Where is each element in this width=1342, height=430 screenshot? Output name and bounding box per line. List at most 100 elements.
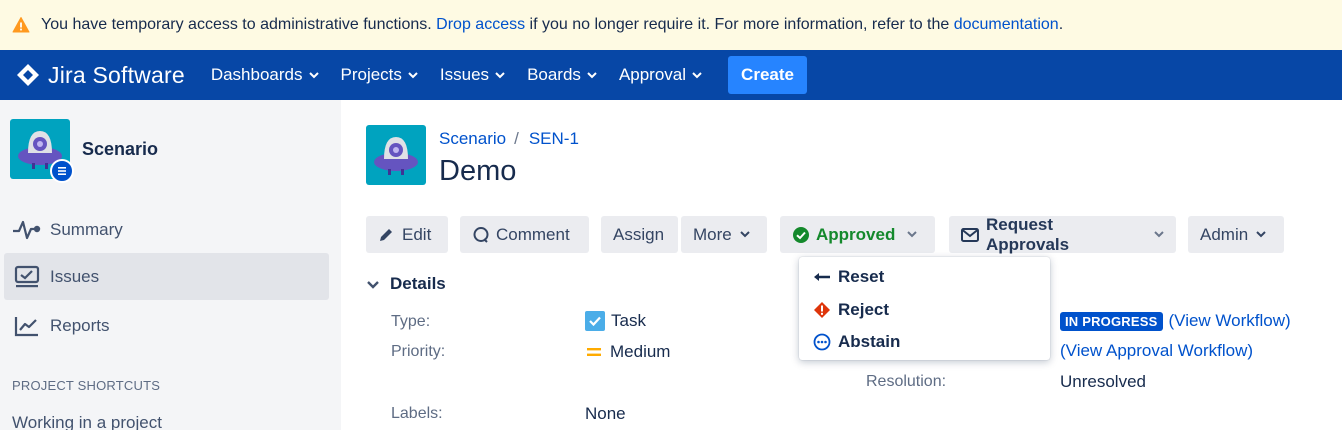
chevron-down-icon bbox=[308, 71, 319, 78]
project-type-badge bbox=[50, 159, 74, 183]
project-name: Scenario bbox=[82, 138, 159, 159]
banner-text-middle: if you no longer require it. For more in… bbox=[525, 16, 954, 33]
view-workflow-link[interactable]: (View Workflow) bbox=[1169, 311, 1291, 331]
issues-icon bbox=[12, 265, 42, 289]
arrow-left-icon bbox=[813, 268, 831, 286]
nav-boards[interactable]: Boards bbox=[527, 65, 597, 85]
admin-button-label: Admin bbox=[1200, 224, 1249, 244]
details-section-toggle[interactable]: Details bbox=[366, 274, 446, 294]
chevron-down-icon bbox=[692, 71, 702, 78]
approval-workflow-value: (View Approval Workflow) bbox=[1060, 341, 1253, 361]
document-icon bbox=[58, 167, 66, 175]
approval-status-button[interactable]: Approved bbox=[780, 216, 935, 253]
error-icon bbox=[813, 301, 831, 319]
documentation-link[interactable]: documentation bbox=[954, 16, 1059, 33]
labels-label: Labels: bbox=[391, 405, 443, 422]
ufo-avatar-icon bbox=[366, 125, 426, 185]
reports-icon bbox=[12, 315, 42, 337]
labels-value: None bbox=[585, 404, 626, 423]
status-lozenge: IN PROGRESS bbox=[1060, 311, 1163, 331]
edit-button[interactable]: Edit bbox=[366, 216, 448, 253]
create-button[interactable]: Create bbox=[728, 56, 807, 94]
menu-item-abstain-label: Abstain bbox=[838, 332, 901, 351]
breadcrumb-project[interactable]: Scenario bbox=[439, 129, 506, 149]
breadcrumb-separator: / bbox=[514, 129, 519, 148]
task-checkbox-icon bbox=[585, 311, 605, 331]
comment-icon bbox=[473, 226, 489, 243]
priority-medium-icon bbox=[587, 348, 601, 356]
banner-text-end: . bbox=[1058, 16, 1064, 33]
project-sidebar: Scenario Summary Issues Reports PROJECT … bbox=[0, 100, 341, 430]
nav-dashboards[interactable]: Dashboards bbox=[211, 65, 319, 85]
nav-issues-label: Issues bbox=[439, 65, 490, 84]
jira-logo-icon bbox=[17, 64, 39, 86]
menu-item-reject-label: Reject bbox=[838, 300, 890, 319]
edit-button-label: Edit bbox=[402, 224, 432, 244]
type-value: Task bbox=[585, 311, 646, 331]
chevron-down-icon bbox=[587, 71, 597, 78]
drop-access-link[interactable]: Drop access bbox=[436, 16, 525, 33]
menu-item-abstain[interactable]: Abstain bbox=[813, 332, 900, 352]
request-approvals-label: Request Approvals bbox=[985, 214, 1070, 254]
sidebar-item-summary[interactable]: Summary bbox=[4, 206, 329, 253]
more-circle-icon bbox=[813, 333, 831, 351]
breadcrumb: Scenario / SEN-1 bbox=[439, 129, 579, 149]
type-value-text: Task bbox=[611, 311, 646, 330]
admin-button[interactable]: Admin bbox=[1188, 216, 1284, 253]
nav-projects[interactable]: Projects bbox=[341, 65, 418, 85]
nav-boards-label: Boards bbox=[527, 65, 581, 84]
priority-value: Medium bbox=[585, 342, 670, 362]
logo-text: Jira Software bbox=[48, 61, 185, 88]
banner-text: You have temporary access to administrat… bbox=[41, 16, 1063, 34]
breadcrumb-issue-key[interactable]: SEN-1 bbox=[529, 129, 579, 149]
menu-item-reset[interactable]: Reset bbox=[813, 267, 884, 287]
envelope-icon bbox=[961, 227, 979, 242]
menu-item-reset-label: Reset bbox=[838, 267, 885, 286]
menu-item-reject[interactable]: Reject bbox=[813, 300, 889, 320]
warning-icon bbox=[12, 17, 30, 33]
type-label: Type: bbox=[391, 313, 431, 330]
sidebar-item-label: Issues bbox=[50, 266, 100, 286]
top-navigation: Jira Software Dashboards Projects Issues… bbox=[0, 50, 1342, 100]
project-header[interactable]: Scenario bbox=[10, 119, 159, 183]
admin-access-banner: You have temporary access to administrat… bbox=[0, 0, 1342, 50]
check-circle-icon bbox=[793, 226, 809, 243]
chevron-down-icon bbox=[907, 231, 918, 238]
project-avatar bbox=[10, 119, 74, 183]
issue-project-avatar[interactable] bbox=[366, 125, 426, 185]
jira-logo[interactable]: Jira Software bbox=[16, 62, 185, 89]
more-button[interactable]: More bbox=[681, 216, 767, 253]
approval-dropdown-menu: Reset Reject Abstain bbox=[799, 257, 1050, 360]
priority-label: Priority: bbox=[391, 343, 446, 360]
sidebar-item-issues[interactable]: Issues bbox=[4, 253, 329, 300]
issue-title[interactable]: Demo bbox=[439, 155, 516, 188]
project-shortcuts-heading: PROJECT SHORTCUTS bbox=[12, 378, 161, 393]
nav-approval[interactable]: Approval bbox=[619, 65, 702, 85]
comment-button[interactable]: Comment bbox=[460, 216, 589, 253]
chevron-down-icon bbox=[495, 71, 505, 78]
more-button-label: More bbox=[693, 224, 732, 244]
comment-button-label: Comment bbox=[496, 224, 570, 244]
shortcut-working-in-project[interactable]: Working in a project bbox=[12, 413, 162, 430]
chevron-down-icon bbox=[1154, 231, 1164, 238]
status-value: IN PROGRESS (View Workflow) bbox=[1060, 311, 1291, 331]
chevron-down-icon bbox=[408, 71, 418, 78]
nav-issues[interactable]: Issues bbox=[440, 65, 505, 85]
sidebar-item-label: Reports bbox=[50, 315, 110, 335]
banner-text-start: You have temporary access to administrat… bbox=[41, 16, 437, 33]
chevron-down-icon bbox=[367, 280, 379, 289]
approval-status-label: Approved bbox=[816, 224, 896, 244]
request-approvals-button[interactable]: Request Approvals bbox=[949, 214, 1176, 254]
activity-icon bbox=[12, 219, 42, 241]
assign-button[interactable]: Assign bbox=[601, 216, 678, 253]
nav-dashboards-label: Dashboards bbox=[210, 65, 303, 84]
chevron-down-icon bbox=[1256, 231, 1266, 238]
priority-value-text: Medium bbox=[610, 342, 671, 361]
sidebar-item-label: Summary bbox=[50, 219, 123, 239]
pencil-icon bbox=[380, 228, 392, 241]
resolution-value: Unresolved bbox=[1060, 372, 1146, 391]
details-heading: Details bbox=[390, 274, 446, 293]
sidebar-item-reports[interactable]: Reports bbox=[4, 302, 329, 349]
view-approval-workflow-link[interactable]: (View Approval Workflow) bbox=[1060, 341, 1253, 361]
nav-projects-label: Projects bbox=[340, 65, 402, 84]
